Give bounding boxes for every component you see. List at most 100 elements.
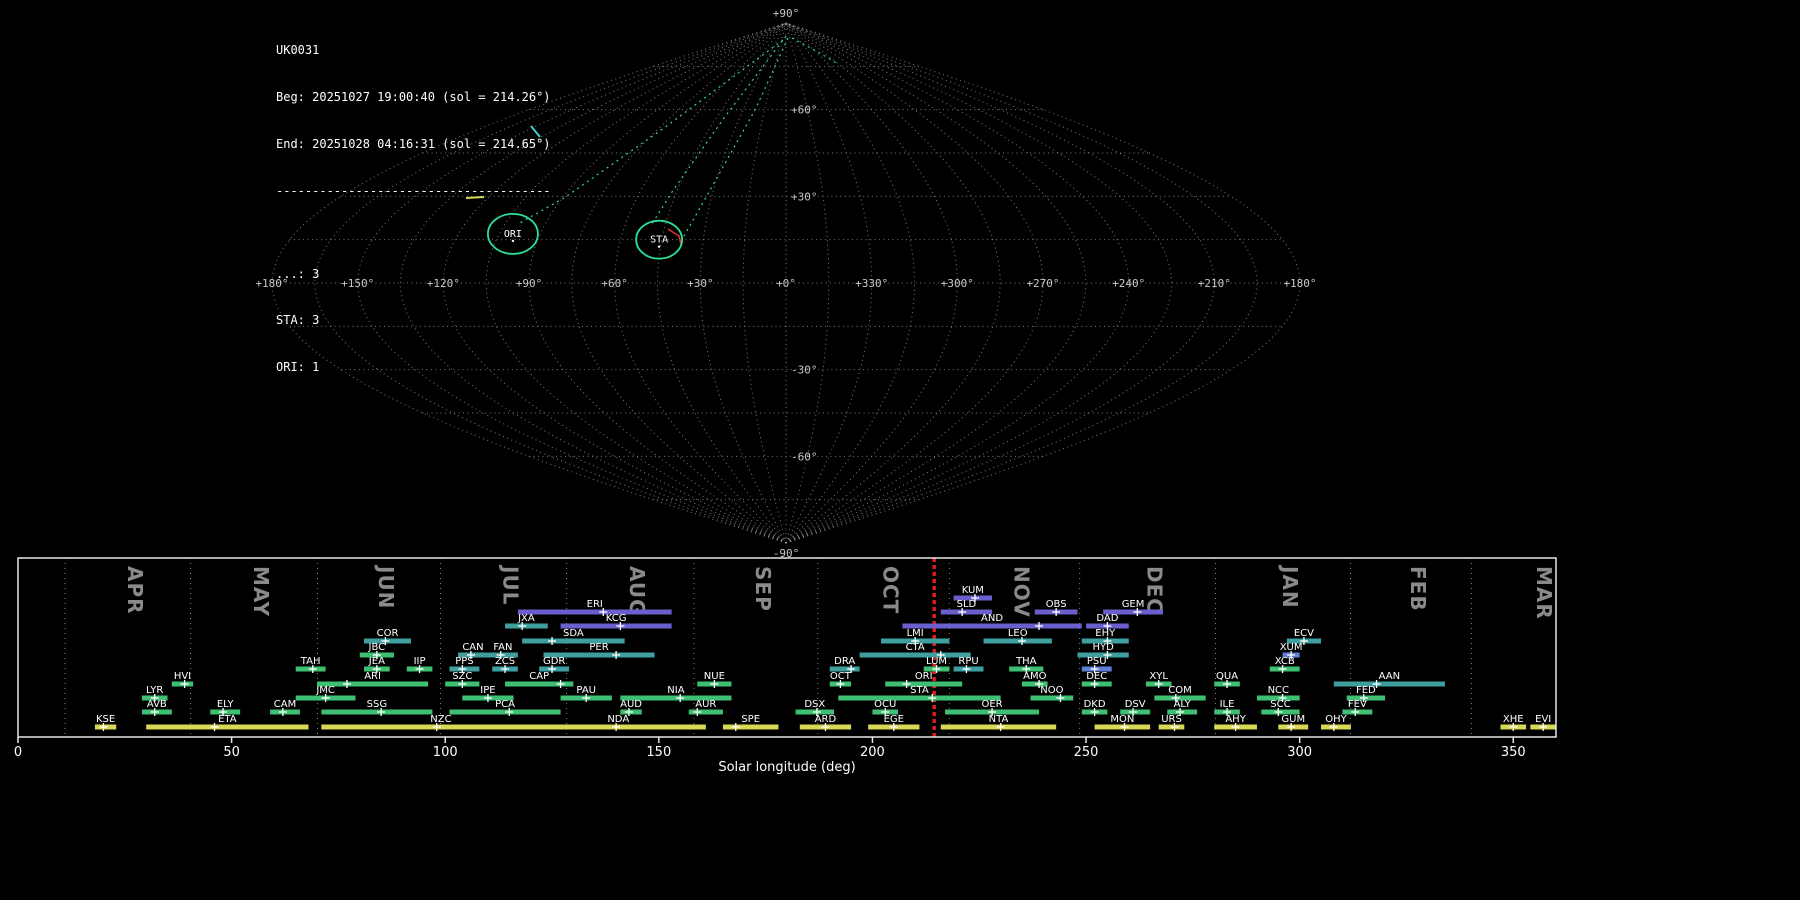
shower-label-LEO: LEO bbox=[1008, 628, 1028, 639]
shower-label-CAP: CAP bbox=[529, 671, 549, 682]
shower-label-NIA: NIA bbox=[667, 685, 684, 696]
grid-meridian bbox=[529, 23, 786, 543]
shower-label-OER: OER bbox=[981, 699, 1002, 710]
shower-label-LYR: LYR bbox=[146, 685, 163, 696]
shower-label-KUM: KUM bbox=[962, 585, 984, 596]
shower-label-HYD: HYD bbox=[1092, 642, 1114, 653]
station-id: UK0031 bbox=[276, 43, 551, 59]
shower-label-OHY: OHY bbox=[1325, 714, 1347, 725]
shower-label-OCT: OCT bbox=[830, 671, 852, 682]
radiant-center-STA bbox=[658, 245, 660, 247]
shower-label-IPE: IPE bbox=[480, 685, 495, 696]
shower-label-PAU: PAU bbox=[576, 685, 596, 696]
ra-label: +330° bbox=[855, 277, 888, 290]
shower-label-SLD: SLD bbox=[957, 599, 977, 610]
begin-line: Beg: 20251027 19:00:40 (sol = 214.26°) bbox=[276, 90, 551, 106]
shower-label-NCC: NCC bbox=[1268, 685, 1289, 696]
shower-label-EHY: EHY bbox=[1095, 628, 1116, 639]
ra-label: +270° bbox=[1026, 277, 1059, 290]
shower-label-ELY: ELY bbox=[217, 699, 235, 710]
x-tick-label: 300 bbox=[1287, 745, 1312, 760]
x-tick-label: 50 bbox=[223, 745, 240, 760]
month-label: DEC bbox=[1143, 566, 1167, 614]
shower-label-SZC: SZC bbox=[452, 671, 472, 682]
shower-label-THA: THA bbox=[1015, 656, 1037, 667]
grid-meridian bbox=[658, 23, 787, 543]
shower-label-DSV: DSV bbox=[1125, 699, 1146, 710]
x-tick-label: 0 bbox=[14, 745, 22, 760]
dec-label: +90° bbox=[773, 7, 800, 20]
end-line: End: 20251028 04:16:31 (sol = 214.65°) bbox=[276, 137, 551, 153]
ra-label: +240° bbox=[1112, 277, 1145, 290]
shower-label-ZCS: ZCS bbox=[495, 656, 515, 667]
shower-label-EGE: EGE bbox=[884, 714, 904, 725]
shower-label-SDA: SDA bbox=[563, 628, 584, 639]
shower-label-AND: AND bbox=[981, 613, 1003, 624]
radiant-plot-page: UK0031 Beg: 20251027 19:00:40 (sol = 214… bbox=[0, 0, 1800, 900]
separator-line: -------------------------------------- bbox=[276, 184, 551, 200]
sky-map-and-activity-timeline: +90°+60°+30°-30°-60°-90°+180°+150°+120°+… bbox=[0, 0, 1800, 900]
x-tick-label: 350 bbox=[1501, 745, 1526, 760]
shower-label-ARI: ARI bbox=[364, 671, 381, 682]
radiant-label-STA: STA bbox=[650, 235, 668, 246]
shower-label-ETA: ETA bbox=[218, 714, 237, 725]
shower-label-LUM: LUM bbox=[926, 656, 947, 667]
shower-label-GDR: GDR bbox=[543, 656, 565, 667]
shower-label-JMC: JMC bbox=[315, 685, 335, 696]
shower-label-AUD: AUD bbox=[620, 699, 642, 710]
dec-label: -30° bbox=[791, 364, 818, 377]
shower-label-LMI: LMI bbox=[907, 628, 924, 639]
shower-label-CTA: CTA bbox=[906, 642, 925, 653]
shower-label-ARD: ARD bbox=[815, 714, 837, 725]
shower-label-PPS: PPS bbox=[455, 656, 473, 667]
shower-label-MON: MON bbox=[1110, 714, 1134, 725]
shower-label-OCU: OCU bbox=[874, 699, 896, 710]
grid-meridian bbox=[786, 23, 1043, 543]
shower-label-NUE: NUE bbox=[704, 671, 725, 682]
shower-label-IIP: IIP bbox=[414, 656, 426, 667]
count-ori: ORI: 1 bbox=[276, 360, 551, 376]
shower-label-FAN: FAN bbox=[493, 642, 512, 653]
dec-label: +30° bbox=[791, 190, 818, 203]
shower-label-JBC: JBC bbox=[368, 642, 386, 653]
shower-label-KSE: KSE bbox=[96, 714, 115, 725]
meteor-trail bbox=[684, 38, 788, 236]
month-label: JUL bbox=[499, 564, 523, 605]
grid-meridian bbox=[786, 23, 915, 543]
month-label: SEP bbox=[751, 566, 775, 612]
shower-label-FED: FED bbox=[1356, 685, 1376, 696]
shower-label-SSG: SSG bbox=[367, 699, 387, 710]
shower-label-NDA: NDA bbox=[607, 714, 629, 725]
shower-label-DKD: DKD bbox=[1084, 699, 1106, 710]
shower-label-PSU: PSU bbox=[1087, 656, 1107, 667]
dec-label: +60° bbox=[791, 104, 818, 117]
month-label: FEB bbox=[1406, 566, 1430, 612]
shower-label-NOO: NOO bbox=[1040, 685, 1063, 696]
info-panel: UK0031 Beg: 20251027 19:00:40 (sol = 214… bbox=[276, 12, 551, 407]
month-label: JUN bbox=[374, 564, 398, 609]
count-sta: STA: 3 bbox=[276, 313, 551, 329]
shower-label-FEV: FEV bbox=[1348, 699, 1367, 710]
month-label: JAN bbox=[1278, 564, 1302, 609]
shower-label-RPU: RPU bbox=[958, 656, 978, 667]
shower-label-OBS: OBS bbox=[1046, 599, 1067, 610]
shower-label-DAD: DAD bbox=[1096, 613, 1118, 624]
shower-label-DEC: DEC bbox=[1086, 671, 1107, 682]
count-sporadic: ...: 3 bbox=[276, 267, 551, 283]
shower-label-AUR: AUR bbox=[695, 699, 716, 710]
ra-label: +300° bbox=[941, 277, 974, 290]
x-tick-label: 250 bbox=[1074, 745, 1099, 760]
shower-label-DSX: DSX bbox=[804, 699, 825, 710]
shower-label-TAH: TAH bbox=[300, 656, 321, 667]
shower-label-NTA: NTA bbox=[989, 714, 1009, 725]
x-tick-label: 100 bbox=[433, 745, 458, 760]
shower-label-SCC: SCC bbox=[1270, 699, 1290, 710]
shower-label-GUM: GUM bbox=[1281, 714, 1305, 725]
dec-label: -60° bbox=[791, 450, 818, 463]
shower-label-EVI: EVI bbox=[1535, 714, 1551, 725]
ra-label: +30° bbox=[687, 277, 714, 290]
shower-label-XHE: XHE bbox=[1503, 714, 1524, 725]
shower-label-XYL: XYL bbox=[1149, 671, 1168, 682]
ra-label: +210° bbox=[1198, 277, 1231, 290]
ra-label: +60° bbox=[601, 277, 628, 290]
